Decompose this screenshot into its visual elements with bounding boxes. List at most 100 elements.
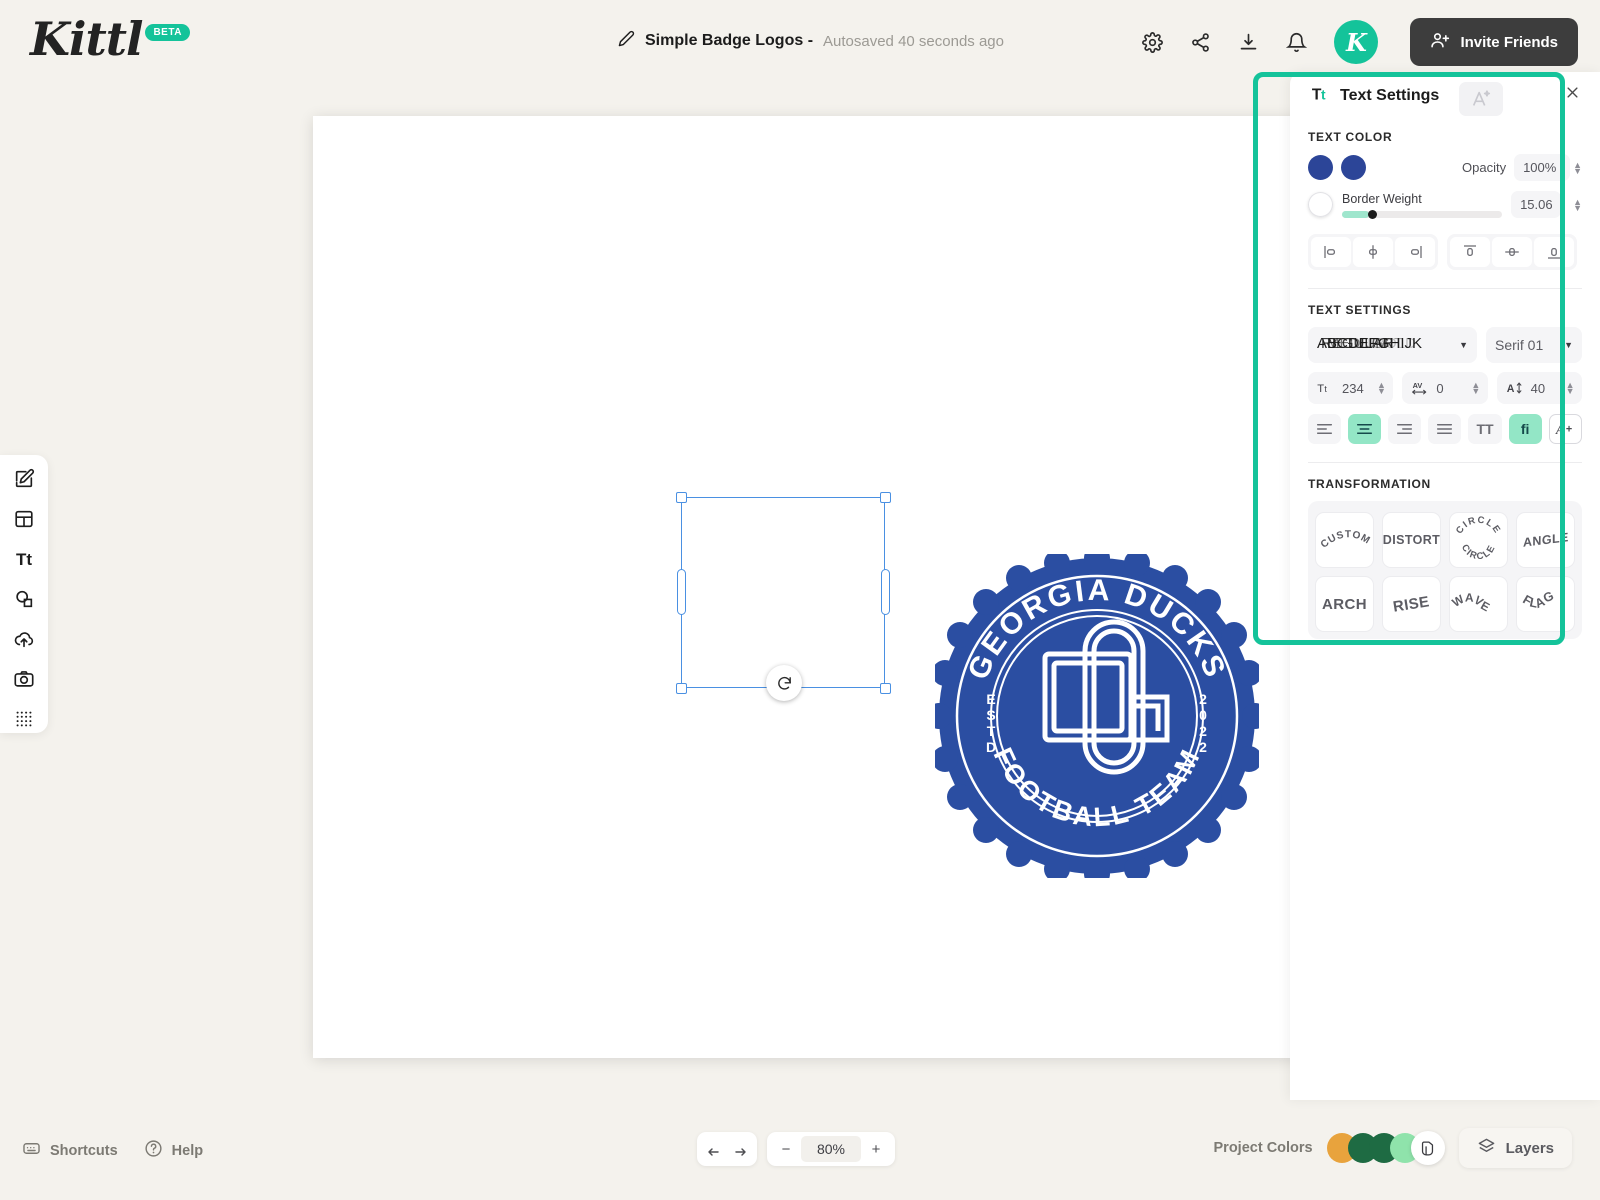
letter-spacing-value[interactable]: 0 xyxy=(1436,381,1462,396)
align-bottom-icon[interactable] xyxy=(1534,237,1574,267)
opacity-stepper[interactable]: ▲ ▼ xyxy=(1573,160,1582,175)
line-height-value[interactable]: 40 xyxy=(1531,381,1557,396)
panel-body: TEXT COLOR Opacity 100% ▲ ▼ Border Weight… xyxy=(1290,130,1600,639)
svg-text:t: t xyxy=(1324,384,1327,394)
layout-icon[interactable] xyxy=(6,505,42,533)
uppercase-toggle[interactable]: TT xyxy=(1468,414,1502,444)
design-canvas[interactable]: GEORGIA DUCKS FOOTBALL TEAM ESTD 2022 xyxy=(313,116,1409,1058)
ai-text-effect-icon[interactable] xyxy=(1459,82,1504,116)
transform-angle[interactable]: ANGLE xyxy=(1516,512,1575,568)
resize-handle-bottom-right[interactable] xyxy=(880,683,891,694)
rotate-icon[interactable] xyxy=(766,665,802,701)
zoom-out-button[interactable]: − xyxy=(771,1132,801,1166)
transform-custom[interactable]: CUSTOM xyxy=(1315,512,1374,568)
resize-handle-top-right[interactable] xyxy=(880,492,891,503)
font-size-field[interactable]: Tt 234 ▲ ▼ xyxy=(1308,372,1394,404)
text-align-center-icon[interactable] xyxy=(1348,414,1382,444)
document-title-area[interactable]: Simple Badge Logos - Autosaved 40 second… xyxy=(618,30,1004,52)
gear-icon[interactable] xyxy=(1138,28,1166,56)
transform-distort[interactable]: DISTORT xyxy=(1382,512,1441,568)
font-layer-4: BOLD xyxy=(1375,335,1416,352)
layers-label: Layers xyxy=(1505,1139,1554,1157)
svg-text:2: 2 xyxy=(1199,739,1207,755)
text-color-row: Opacity 100% ▲ ▼ xyxy=(1308,154,1582,181)
left-toolbar: Tt xyxy=(0,455,48,733)
border-weight-stepper[interactable]: ▲ ▼ xyxy=(1573,197,1582,212)
pencil-square-icon[interactable] xyxy=(6,465,42,493)
invite-friends-label: Invite Friends xyxy=(1460,33,1558,51)
app-logo[interactable]: Kittl BETA xyxy=(30,14,190,64)
text-Tt-icon[interactable]: Tt xyxy=(6,545,42,573)
undo-arrow-icon[interactable] xyxy=(697,1132,727,1166)
text-align-left-icon[interactable] xyxy=(1308,414,1342,444)
line-height-field[interactable]: A 40 ▲ ▼ xyxy=(1496,372,1582,404)
transform-circle[interactable]: CIRCLE CIRCLE xyxy=(1449,512,1508,568)
document-title[interactable]: Simple Badge Logos - xyxy=(645,32,813,50)
badge-artwork[interactable]: GEORGIA DUCKS FOOTBALL TEAM ESTD 2022 xyxy=(926,545,1268,887)
text-align-justify-icon[interactable] xyxy=(1428,414,1462,444)
transform-wave[interactable]: WAVE xyxy=(1449,576,1508,632)
vertical-align-group xyxy=(1447,234,1577,270)
text-settings-section-label: TEXT SETTINGS xyxy=(1308,303,1412,317)
zoom-value[interactable]: 80% xyxy=(801,1136,861,1162)
border-weight-input[interactable]: 15.06 xyxy=(1511,191,1562,218)
question-circle-icon xyxy=(144,1139,163,1162)
ligature-toggle[interactable]: fi xyxy=(1508,414,1542,444)
border-weight-slider[interactable] xyxy=(1342,209,1503,219)
auto-fit-toggle[interactable]: A + xyxy=(1548,414,1583,444)
layers-icon xyxy=(1477,1137,1496,1160)
font-style-select[interactable]: Serif 01 ▼ xyxy=(1486,327,1582,363)
svg-text:0: 0 xyxy=(1199,707,1207,723)
transform-rise[interactable]: RISE xyxy=(1382,576,1441,632)
layers-button[interactable]: Layers xyxy=(1458,1128,1572,1168)
resize-handle-bottom-left[interactable] xyxy=(676,683,687,694)
svg-text:A: A xyxy=(1555,423,1564,437)
cloud-upload-icon[interactable] xyxy=(6,625,42,653)
shortcuts-button[interactable]: Shortcuts xyxy=(22,1139,118,1162)
camera-icon[interactable] xyxy=(6,665,42,693)
grid-dots-icon[interactable] xyxy=(6,705,42,733)
border-color-swatch[interactable] xyxy=(1308,192,1333,217)
line-height-stepper[interactable]: ▲ ▼ xyxy=(1566,381,1575,396)
letter-spacing-field[interactable]: AV 0 ▲ ▼ xyxy=(1402,372,1488,404)
download-icon[interactable] xyxy=(1234,28,1262,56)
align-left-icon[interactable] xyxy=(1311,237,1351,267)
font-family-select[interactable]: ABCDEFGHIJK REGULAR MEDIUM LIGHT BOLD ▼ xyxy=(1308,327,1477,363)
chevron-down-icon-style: ▼ xyxy=(1564,340,1573,350)
close-icon[interactable] xyxy=(1560,80,1584,104)
font-size-stepper[interactable]: ▲ ▼ xyxy=(1377,381,1386,396)
border-weight-row: Border Weight 15.06 ▲ ▼ xyxy=(1308,191,1582,219)
transform-flag[interactable]: FLAG xyxy=(1516,576,1575,632)
text-color-section-label: TEXT COLOR xyxy=(1308,130,1393,144)
stroke-color-swatch[interactable] xyxy=(1341,155,1366,180)
resize-handle-left[interactable] xyxy=(677,569,686,615)
redo-arrow-icon[interactable] xyxy=(727,1132,757,1166)
opacity-input[interactable]: 100% xyxy=(1514,154,1571,181)
align-top-icon[interactable] xyxy=(1450,237,1490,267)
bell-icon[interactable] xyxy=(1282,28,1310,56)
text-align-right-icon[interactable] xyxy=(1388,414,1422,444)
project-colors-swatches[interactable] xyxy=(1326,1130,1445,1166)
zoom-in-button[interactable]: + xyxy=(861,1132,891,1166)
share-icon[interactable] xyxy=(1186,28,1214,56)
fill-color-swatch[interactable] xyxy=(1308,155,1333,180)
metric-row: Tt 234 ▲ ▼ AV 0 ▲ ▼ A 40 ▲ ▼ xyxy=(1308,372,1582,404)
avatar[interactable]: K xyxy=(1334,20,1379,64)
resize-handle-right[interactable] xyxy=(881,569,890,615)
shapes-icon[interactable] xyxy=(6,585,42,613)
align-right-icon[interactable] xyxy=(1395,237,1435,267)
letter-spacing-stepper[interactable]: ▲ ▼ xyxy=(1471,381,1480,396)
invite-friends-button[interactable]: Invite Friends xyxy=(1410,18,1578,66)
tab-text-settings[interactable]: Tt Text Settings xyxy=(1310,76,1453,116)
transformation-grid: CUSTOM DISTORT CIRCLE CIRCLE ANGLE ARCH … xyxy=(1315,512,1575,632)
Tt-icon: Tt xyxy=(1310,83,1332,110)
resize-handle-top-left[interactable] xyxy=(676,492,687,503)
slider-knob[interactable] xyxy=(1367,209,1377,219)
align-middle-v-icon[interactable] xyxy=(1492,237,1532,267)
font-size-value[interactable]: 234 xyxy=(1342,381,1368,396)
transform-circle-label-bottom: CIRCLE xyxy=(1459,543,1497,563)
help-button[interactable]: Help xyxy=(144,1139,203,1162)
transform-arch[interactable]: ARCH xyxy=(1315,576,1374,632)
align-center-h-icon[interactable] xyxy=(1353,237,1393,267)
palette-icon[interactable] xyxy=(1410,1131,1445,1165)
